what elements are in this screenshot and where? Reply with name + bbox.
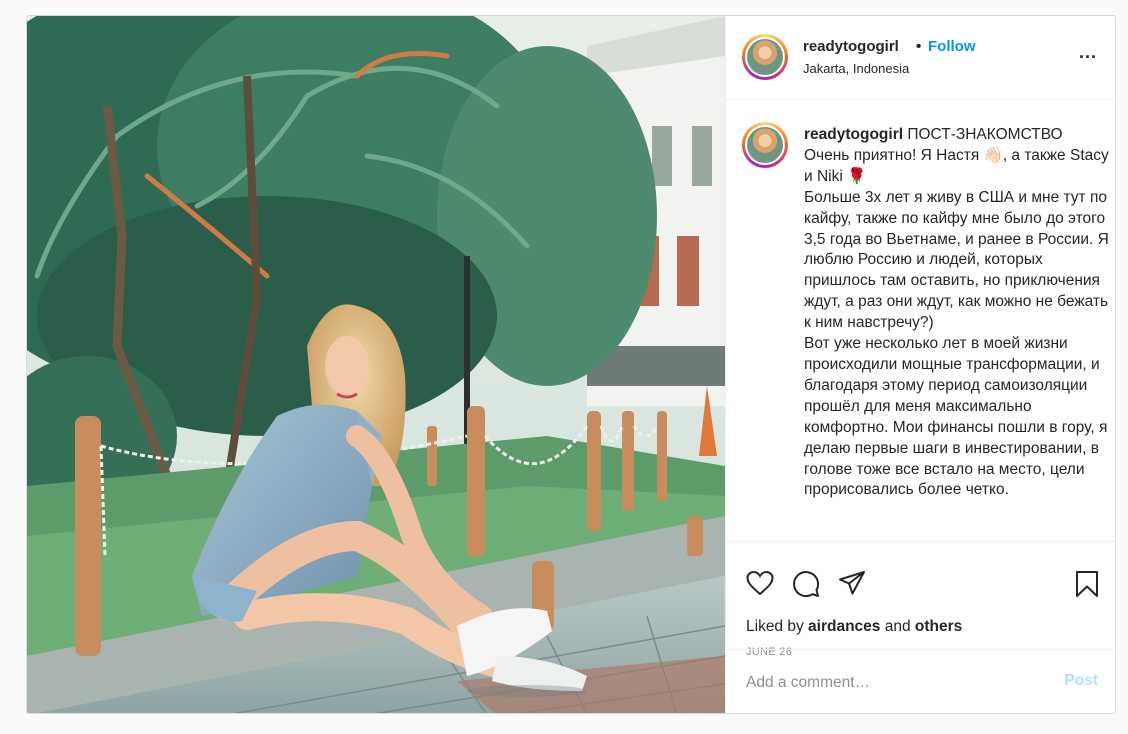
bookmark-icon — [1076, 571, 1098, 597]
comment-button[interactable] — [792, 570, 820, 598]
comment-bar: Post — [726, 649, 1115, 713]
caption-username[interactable]: readytogogirl — [804, 126, 903, 143]
instagram-post: readytogogirl • Follow Jakarta, Indonesi… — [26, 15, 1116, 714]
liked-by-and: and — [880, 618, 915, 635]
post-photo-image — [27, 16, 725, 713]
header-separator: • — [916, 38, 922, 55]
author-avatar[interactable] — [742, 34, 788, 80]
caption-avatar[interactable] — [742, 122, 788, 168]
caption-text: ПОСТ-ЗНАКОМСТВО Очень приятно! Я Настя 👋… — [804, 126, 1109, 499]
caption-scroll-area[interactable]: readytogogirl ПОСТ-ЗНАКОМСТВО Очень прия… — [726, 100, 1115, 541]
post-side-panel: readytogogirl • Follow Jakarta, Indonesi… — [725, 16, 1115, 713]
author-avatar-image — [745, 37, 785, 77]
caption-avatar-image — [745, 125, 785, 165]
post-photo[interactable] — [27, 16, 725, 713]
heart-icon — [746, 570, 774, 596]
likes-summary: Liked by airdances and others — [746, 618, 962, 636]
post-header: readytogogirl • Follow Jakarta, Indonesi… — [726, 16, 1115, 100]
paper-plane-icon — [839, 571, 865, 595]
comment-input[interactable] — [746, 670, 1046, 696]
post-comment-button[interactable]: Post — [1064, 672, 1098, 690]
post-actions: Liked by airdances and others JUNE 26 — [726, 541, 1115, 658]
like-button[interactable] — [746, 570, 774, 596]
more-options-button[interactable]: ... — [1079, 42, 1097, 63]
post-location[interactable]: Jakarta, Indonesia — [803, 61, 909, 76]
share-button[interactable] — [838, 570, 866, 596]
comment-icon — [793, 571, 820, 598]
save-button[interactable] — [1075, 570, 1099, 598]
author-username[interactable]: readytogogirl — [803, 38, 899, 55]
liked-by-prefix: Liked by — [746, 618, 809, 635]
liked-by-others[interactable]: others — [915, 618, 962, 635]
liked-by-user[interactable]: airdances — [808, 618, 880, 635]
follow-button[interactable]: Follow — [928, 38, 976, 55]
post-caption: readytogogirl ПОСТ-ЗНАКОМСТВО Очень прия… — [804, 125, 1109, 501]
